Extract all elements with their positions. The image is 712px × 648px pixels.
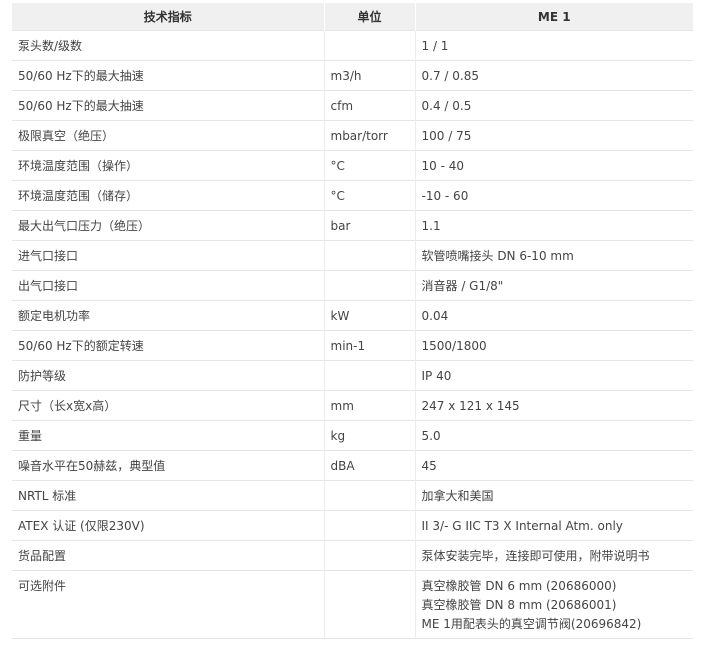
cell-value: II 3/- G IIC T3 X Internal Atm. only <box>414 510 693 541</box>
cell-unit <box>323 570 415 639</box>
cell-spec-name: 50/60 Hz下的最大抽速 <box>12 90 324 121</box>
cell-spec-name: 环境温度范围（操作） <box>12 150 324 181</box>
cell-spec-name: 出气口接口 <box>12 270 324 301</box>
cell-value: 247 x 121 x 145 <box>414 390 693 421</box>
cell-spec-name: 噪音水平在50赫兹，典型值 <box>12 450 324 481</box>
table-row: NRTL 标准 加拿大和美国 <box>12 480 693 511</box>
header-row: 技术指标 单位 ME 1 <box>12 3 693 31</box>
cell-unit <box>323 360 415 391</box>
cell-spec-name: 防护等级 <box>12 360 324 391</box>
spec-table-header: 技术指标 单位 ME 1 <box>12 3 693 31</box>
cell-spec-name: 尺寸（长x宽x高） <box>12 390 324 421</box>
cell-spec-name: 最大出气口压力（绝压） <box>12 210 324 241</box>
cell-value: 10 - 40 <box>414 150 693 181</box>
table-row: 最大出气口压力（绝压） bar 1.1 <box>12 210 693 241</box>
cell-unit: °C <box>323 180 415 211</box>
cell-unit: m3/h <box>323 60 415 91</box>
cell-unit: cfm <box>323 90 415 121</box>
table-row: 噪音水平在50赫兹，典型值 dBA 45 <box>12 450 693 481</box>
cell-value: 泵体安装完毕，连接即可使用，附带说明书 <box>414 540 693 571</box>
cell-spec-name: NRTL 标准 <box>12 480 324 511</box>
table-row: 出气口接口 消音器 / G1/8" <box>12 270 693 301</box>
cell-spec-name: 泵头数/级数 <box>12 30 324 61</box>
cell-unit <box>323 480 415 511</box>
header-model: ME 1 <box>415 3 693 31</box>
accessory-item: ME 1用配表头的真空调节阀(20696842) <box>421 617 642 631</box>
cell-value: 加拿大和美国 <box>414 480 693 511</box>
cell-unit <box>323 270 415 301</box>
table-row: 额定电机功率 kW 0.04 <box>12 300 693 331</box>
table-row-accessories: 可选附件 真空橡胶管 DN 6 mm (20686000) 真空橡胶管 DN 8… <box>12 570 693 639</box>
cell-unit: °C <box>323 150 415 181</box>
spec-table: 技术指标 单位 ME 1 泵头数/级数 1 / 1 50/60 Hz下的最大抽速 m3… <box>12 3 693 639</box>
cell-value: 0.7 / 0.85 <box>414 60 693 91</box>
table-row: 泵头数/级数 1 / 1 <box>12 30 693 61</box>
table-row: 极限真空（绝压） mbar/torr 100 / 75 <box>12 120 693 151</box>
cell-value: 100 / 75 <box>414 120 693 151</box>
cell-spec-name: 货品配置 <box>12 540 324 571</box>
cell-value: 0.4 / 0.5 <box>414 90 693 121</box>
cell-value: 0.04 <box>414 300 693 331</box>
cell-spec-name: 环境温度范围（储存） <box>12 180 324 211</box>
table-row: 环境温度范围（储存） °C -10 - 60 <box>12 180 693 211</box>
table-row: 环境温度范围（操作） °C 10 - 40 <box>12 150 693 181</box>
cell-value: 软管喷嘴接头 DN 6-10 mm <box>414 240 693 271</box>
cell-unit <box>323 30 415 61</box>
table-row: 尺寸（长x宽x高） mm 247 x 121 x 145 <box>12 390 693 421</box>
cell-spec-name: 重量 <box>12 420 324 451</box>
cell-value: 1 / 1 <box>414 30 693 61</box>
cell-value: -10 - 60 <box>414 180 693 211</box>
cell-unit: kW <box>323 300 415 331</box>
cell-unit <box>323 540 415 571</box>
spec-table-body: 泵头数/级数 1 / 1 50/60 Hz下的最大抽速 m3/h 0.7 / 0.85 5… <box>12 30 693 639</box>
table-row: 50/60 Hz下的最大抽速 cfm 0.4 / 0.5 <box>12 90 693 121</box>
cell-value: 1.1 <box>414 210 693 241</box>
cell-unit: min-1 <box>323 330 415 361</box>
table-row: 50/60 Hz下的最大抽速 m3/h 0.7 / 0.85 <box>12 60 693 91</box>
cell-spec-name: 50/60 Hz下的额定转速 <box>12 330 324 361</box>
table-row: 50/60 Hz下的额定转速 min-1 1500/1800 <box>12 330 693 361</box>
cell-unit <box>323 240 415 271</box>
header-unit: 单位 <box>324 3 416 31</box>
cell-unit: kg <box>323 420 415 451</box>
cell-unit: mm <box>323 390 415 421</box>
header-spec: 技术指标 <box>12 3 325 31</box>
cell-spec-name: 50/60 Hz下的最大抽速 <box>12 60 324 91</box>
table-row: 进气口接口 软管喷嘴接头 DN 6-10 mm <box>12 240 693 271</box>
cell-unit <box>323 510 415 541</box>
table-row: ATEX 认证 (仅限230V) II 3/- G IIC T3 X Intern… <box>12 510 693 541</box>
spec-table-container: 技术指标 单位 ME 1 泵头数/级数 1 / 1 50/60 Hz下的最大抽速 m3… <box>12 3 693 639</box>
cell-unit: bar <box>323 210 415 241</box>
cell-value: 5.0 <box>414 420 693 451</box>
cell-value: 真空橡胶管 DN 6 mm (20686000) 真空橡胶管 DN 8 mm (… <box>414 570 693 639</box>
cell-spec-name: ATEX 认证 (仅限230V) <box>12 510 324 541</box>
accessory-item: 真空橡胶管 DN 6 mm (20686000) <box>421 579 617 593</box>
cell-spec-name: 极限真空（绝压） <box>12 120 324 151</box>
cell-value: 1500/1800 <box>414 330 693 361</box>
cell-unit: dBA <box>323 450 415 481</box>
table-row: 重量 kg 5.0 <box>12 420 693 451</box>
cell-value: IP 40 <box>414 360 693 391</box>
table-row: 防护等级 IP 40 <box>12 360 693 391</box>
cell-value: 消音器 / G1/8" <box>414 270 693 301</box>
cell-value: 45 <box>414 450 693 481</box>
cell-spec-name: 可选附件 <box>12 570 324 639</box>
accessory-item: 真空橡胶管 DN 8 mm (20686001) <box>421 598 617 612</box>
cell-spec-name: 进气口接口 <box>12 240 324 271</box>
cell-spec-name: 额定电机功率 <box>12 300 324 331</box>
table-row: 货品配置 泵体安装完毕，连接即可使用，附带说明书 <box>12 540 693 571</box>
cell-unit: mbar/torr <box>323 120 415 151</box>
